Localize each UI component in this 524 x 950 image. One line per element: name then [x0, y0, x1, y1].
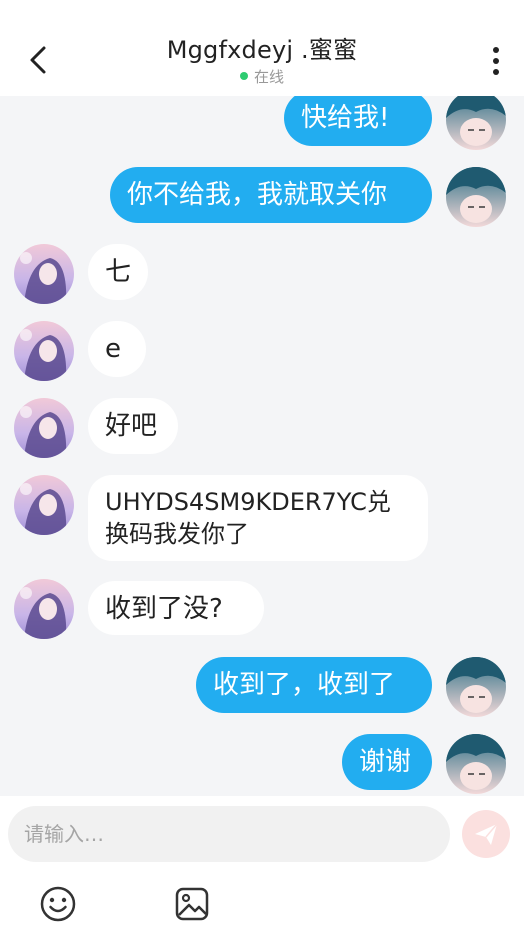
more-options-button[interactable] — [486, 44, 506, 80]
chat-header: Mggfxdeyj .蜜蜜 在线 — [0, 0, 524, 96]
outgoing-message[interactable]: 你不给我，我就取关你 — [110, 167, 432, 223]
chat-title: Mggfxdeyj .蜜蜜 — [166, 36, 358, 64]
contact-avatar[interactable] — [14, 321, 74, 381]
contact-avatar[interactable] — [14, 244, 74, 304]
incoming-message[interactable]: UHYDS4SM9KDER7YC兑 换码我发你了 — [88, 475, 428, 561]
outgoing-message[interactable]: 收到了，收到了 — [196, 657, 432, 713]
outgoing-message[interactable]: 谢谢 — [342, 734, 432, 790]
smiley-icon — [40, 886, 76, 922]
message-line: 换码我发你了 — [105, 520, 249, 548]
contact-avatar[interactable] — [14, 475, 74, 535]
online-status: 在线 — [0, 66, 524, 87]
message-list[interactable]: 快给我! 你不给我，我就取关你 七 e 好吧 UHYDS4SM9KDER7YC兑… — [0, 96, 524, 796]
message-line: UHYDS4SM9KDER7YC兑 — [105, 488, 391, 516]
contact-avatar[interactable] — [14, 579, 74, 639]
incoming-message[interactable]: 收到了没? — [88, 581, 264, 635]
my-avatar[interactable] — [446, 734, 506, 794]
message-input[interactable] — [8, 806, 450, 862]
my-avatar[interactable] — [446, 657, 506, 717]
incoming-message[interactable]: 七 — [88, 244, 148, 300]
paper-plane-icon — [475, 823, 498, 845]
my-avatar[interactable] — [446, 96, 506, 150]
composer-bar — [0, 796, 524, 950]
contact-avatar[interactable] — [14, 398, 74, 458]
my-avatar[interactable] — [446, 167, 506, 227]
send-button[interactable] — [462, 810, 510, 858]
online-status-label: 在线 — [253, 68, 284, 86]
outgoing-message[interactable]: 快给我! — [284, 96, 432, 146]
more-vertical-icon — [493, 47, 499, 75]
emoji-button[interactable] — [38, 884, 78, 924]
online-dot — [239, 72, 248, 80]
image-icon — [175, 887, 209, 921]
image-button[interactable] — [172, 884, 212, 924]
incoming-message[interactable]: 好吧 — [88, 398, 178, 454]
incoming-message[interactable]: e — [88, 321, 146, 377]
